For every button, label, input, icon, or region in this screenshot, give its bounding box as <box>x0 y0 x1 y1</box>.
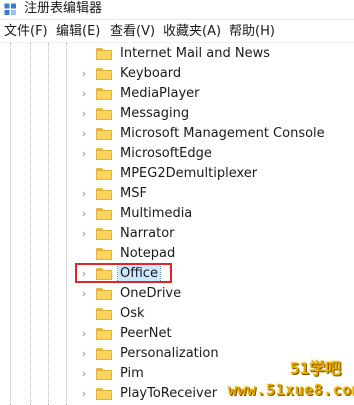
folder-icon <box>96 368 112 380</box>
watermark-brand: 51学吧 <box>290 359 342 378</box>
tree-item[interactable]: › Microsoft Management Console <box>0 124 354 144</box>
folder-icon <box>96 288 112 300</box>
folder-icon <box>96 88 112 100</box>
registry-tree[interactable]: Internet Mail and News › Keyboard › MediaPla… <box>0 43 354 405</box>
chevron-right-icon[interactable]: › <box>78 68 90 80</box>
tree-item[interactable]: › Keyboard <box>0 64 354 84</box>
chevron-right-icon[interactable]: › <box>78 208 90 220</box>
tree-item[interactable]: Osk <box>0 304 354 324</box>
tree-item-label: Pim <box>120 366 144 381</box>
chevron-right-icon[interactable]: › <box>78 388 90 400</box>
title-bar: 注册表编辑器 <box>0 0 354 20</box>
tree-item-label: Osk <box>120 306 145 321</box>
chevron-right-icon[interactable]: › <box>78 368 90 380</box>
tree-item[interactable]: › Multimedia <box>0 204 354 224</box>
chevron-right-icon[interactable]: › <box>78 228 90 240</box>
tree-item[interactable]: Internet Mail and News <box>0 44 354 64</box>
tree-item-label: MPEG2Demultiplexer <box>120 166 258 181</box>
chevron-right-icon[interactable]: › <box>78 348 90 360</box>
folder-icon <box>96 168 112 180</box>
menu-file[interactable]: 文件(F) <box>4 23 48 40</box>
tree-item-label: OneDrive <box>120 286 182 301</box>
chevron-right-icon[interactable]: › <box>78 128 90 140</box>
folder-icon <box>96 388 112 400</box>
window-title: 注册表编辑器 <box>24 1 103 16</box>
tree-item[interactable]: MPEG2Demultiplexer <box>0 164 354 184</box>
folder-icon <box>96 328 112 340</box>
tree-item-label: Narrator <box>120 226 175 241</box>
menu-bar: 文件(F) 编辑(E) 查看(V) 收藏夹(A) 帮助(H) <box>0 20 354 43</box>
folder-icon <box>96 128 112 140</box>
folder-icon <box>96 188 112 200</box>
menu-help[interactable]: 帮助(H) <box>229 23 275 40</box>
tree-item-label: Microsoft Management Console <box>120 126 325 141</box>
menu-favorites[interactable]: 收藏夹(A) <box>163 23 221 40</box>
highlight-box <box>75 263 172 283</box>
tree-item[interactable]: › Messaging <box>0 104 354 124</box>
tree-item[interactable]: › PeerNet <box>0 324 354 344</box>
tree-item-label: Notepad <box>120 246 176 261</box>
menu-edit[interactable]: 编辑(E) <box>56 23 100 40</box>
chevron-right-icon[interactable]: › <box>78 188 90 200</box>
tree-item-label: Personalization <box>120 346 219 361</box>
folder-icon <box>96 248 112 260</box>
tree-item-label: Messaging <box>120 106 190 121</box>
chevron-right-icon[interactable]: › <box>78 88 90 100</box>
tree-item[interactable]: › MicrosoftEdge <box>0 144 354 164</box>
tree-item[interactable]: › MSF <box>0 184 354 204</box>
tree-item-label: MSF <box>120 186 147 201</box>
tree-item-label: PeerNet <box>120 326 172 341</box>
menu-view[interactable]: 查看(V) <box>110 23 155 40</box>
tree-item-label: Keyboard <box>120 66 182 81</box>
tree-item-label: MicrosoftEdge <box>120 146 212 161</box>
folder-icon <box>96 208 112 220</box>
chevron-right-icon[interactable]: › <box>78 148 90 160</box>
folder-icon <box>96 108 112 120</box>
tree-item[interactable]: Notepad <box>0 244 354 264</box>
folder-icon <box>96 48 112 60</box>
folder-icon <box>96 308 112 320</box>
folder-icon <box>96 348 112 360</box>
tree-item-label: PlayToReceiver <box>120 386 218 401</box>
tree-item-label: Multimedia <box>120 206 193 221</box>
registry-editor-icon <box>4 3 16 15</box>
chevron-right-icon[interactable]: › <box>78 328 90 340</box>
folder-icon <box>96 228 112 240</box>
tree-item-label: Internet Mail and News <box>120 46 271 61</box>
folder-icon <box>96 68 112 80</box>
watermark-url: www.51xue8.com <box>228 381 354 399</box>
tree-item[interactable]: › MediaPlayer <box>0 84 354 104</box>
tree-item-label: MediaPlayer <box>120 86 200 101</box>
chevron-right-icon[interactable]: › <box>78 108 90 120</box>
chevron-right-icon[interactable]: › <box>78 288 90 300</box>
tree-item[interactable]: › OneDrive <box>0 284 354 304</box>
folder-icon <box>96 148 112 160</box>
tree-item[interactable]: › Narrator <box>0 224 354 244</box>
tree-item[interactable]: › Office <box>0 264 354 284</box>
